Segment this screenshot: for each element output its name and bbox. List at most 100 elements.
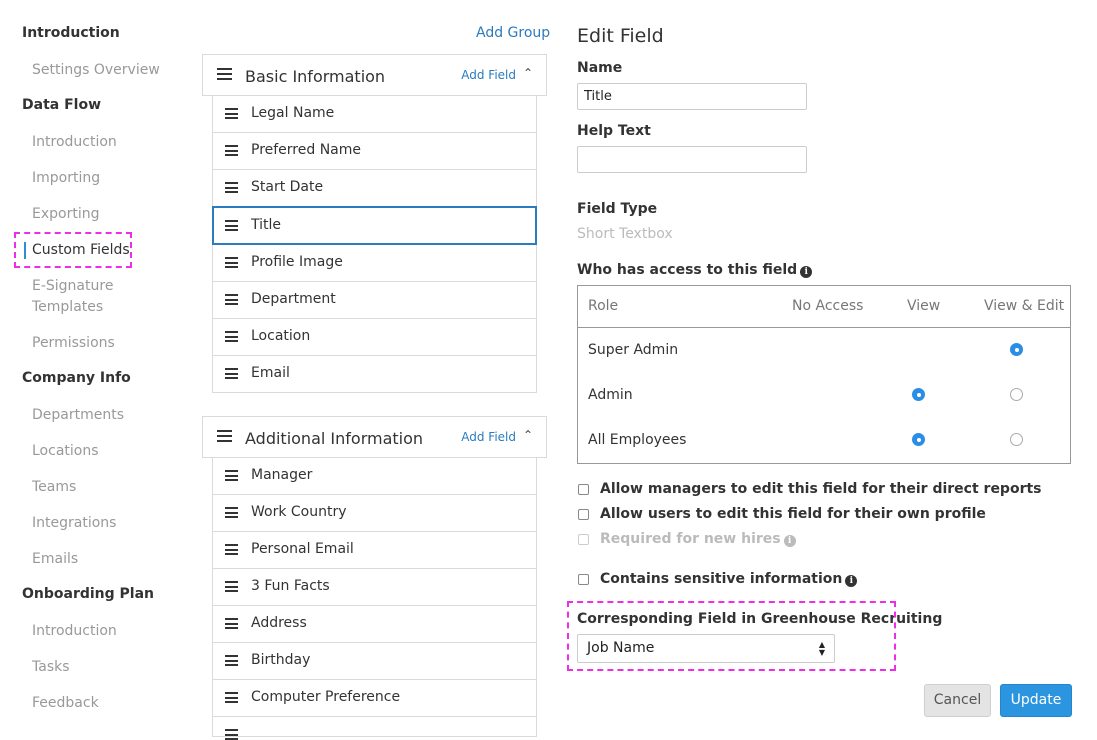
drag-handle-icon[interactable] — [225, 108, 238, 119]
field-row-label: Manager — [251, 467, 313, 483]
cancel-button[interactable]: Cancel — [924, 684, 991, 717]
sidebar-item-e-signature-line1: E-Signature — [32, 278, 114, 294]
sidebar-item-importing[interactable]: Importing — [32, 168, 100, 189]
drag-handle-icon[interactable] — [217, 430, 232, 442]
checkbox[interactable] — [578, 509, 589, 520]
add-field-link[interactable]: Add Field — [461, 68, 516, 82]
sidebar-item-onboarding-introduction[interactable]: Introduction — [32, 621, 117, 642]
add-field-link[interactable]: Add Field — [461, 430, 516, 444]
field-row-personal-email[interactable]: Personal Email — [212, 532, 537, 569]
select-value: Job Name — [587, 640, 655, 656]
sidebar-item-tasks[interactable]: Tasks — [32, 657, 70, 678]
sidebar-item-feedback[interactable]: Feedback — [32, 693, 99, 714]
add-group-link[interactable]: Add Group — [476, 25, 550, 41]
checkbox[interactable] — [578, 484, 589, 495]
field-row-birthday[interactable]: Birthday — [212, 643, 537, 680]
checkbox-label: Allow users to edit this field for their… — [600, 506, 986, 522]
greenhouse-field-select[interactable]: Job Name ▲ ▼ — [577, 634, 835, 663]
sidebar-item-exporting[interactable]: Exporting — [32, 204, 99, 225]
radio-view-edit[interactable] — [1010, 388, 1023, 401]
field-row-label: Location — [251, 328, 311, 344]
sidebar-heading-onboarding-plan: Onboarding Plan — [22, 586, 155, 602]
checkbox[interactable] — [578, 574, 589, 585]
sidebar-item-e-signature-line2: Templates — [32, 299, 104, 315]
field-row-label: Start Date — [251, 179, 324, 195]
info-icon[interactable]: i — [800, 266, 813, 278]
field-row-preferred-name[interactable]: Preferred Name — [212, 133, 537, 170]
update-button[interactable]: Update — [1000, 684, 1072, 717]
field-row-location[interactable]: Location — [212, 319, 537, 356]
drag-handle-icon[interactable] — [225, 507, 238, 518]
field-list-additional-information: Manager Work Country Personal Email 3 Fu… — [212, 458, 537, 740]
drag-handle-icon[interactable] — [225, 544, 238, 555]
drag-handle-icon[interactable] — [225, 368, 238, 379]
field-row-label: Email — [251, 365, 290, 381]
sidebar-item-custom-fields[interactable]: Custom Fields — [32, 240, 130, 261]
field-row-work-country[interactable]: Work Country — [212, 495, 537, 532]
sidebar-heading-company-info: Company Info — [22, 370, 131, 386]
drag-handle-icon[interactable] — [225, 618, 238, 629]
sidebar-item-locations[interactable]: Locations — [32, 441, 99, 462]
field-row-computer-preference[interactable]: Computer Preference — [212, 680, 537, 717]
radio-view[interactable] — [912, 433, 925, 446]
field-row-label: Computer Preference — [251, 689, 401, 705]
drag-handle-icon[interactable] — [225, 182, 238, 193]
chevron-up-icon[interactable]: ⌃ — [523, 66, 533, 80]
sidebar-item-integrations[interactable]: Integrations — [32, 513, 116, 534]
field-type-label: Field Type — [577, 201, 658, 217]
field-row-start-date[interactable]: Start Date — [212, 170, 537, 207]
drag-handle-icon[interactable] — [225, 655, 238, 666]
greenhouse-field-label: Corresponding Field in Greenhouse Recrui… — [577, 611, 943, 627]
drag-handle-icon[interactable] — [225, 470, 238, 481]
name-input[interactable] — [577, 83, 807, 110]
field-row-label: Title — [251, 217, 282, 233]
checkbox-label: Allow managers to edit this field for th… — [600, 481, 1042, 497]
drag-handle-icon[interactable] — [225, 331, 238, 342]
field-list-basic-information: Legal Name Preferred Name Start Date Tit… — [212, 96, 537, 393]
radio-view-edit[interactable] — [1010, 343, 1023, 356]
column-header-view: View — [907, 298, 941, 314]
drag-handle-icon[interactable] — [225, 692, 238, 703]
field-row-address[interactable]: Address — [212, 606, 537, 643]
radio-view[interactable] — [912, 388, 925, 401]
select-arrows-icon: ▲ ▼ — [818, 640, 825, 657]
sidebar-item-teams[interactable]: Teams — [32, 477, 76, 498]
field-row-partial[interactable] — [212, 717, 537, 740]
drag-handle-icon[interactable] — [225, 257, 238, 268]
drag-handle-icon[interactable] — [225, 220, 238, 231]
column-header-role: Role — [588, 298, 619, 314]
field-row-title[interactable]: Title — [212, 206, 537, 245]
field-row-legal-name[interactable]: Legal Name — [212, 96, 537, 133]
group-title: Additional Information — [245, 429, 424, 448]
group-header-additional-information: Additional Information Add Field ⌃ — [202, 416, 547, 458]
sidebar-item-departments[interactable]: Departments — [32, 405, 124, 426]
field-row-email[interactable]: Email — [212, 356, 537, 393]
sidebar-heading-data-flow: Data Flow — [22, 97, 101, 113]
info-icon[interactable]: i — [783, 535, 796, 547]
field-row-manager[interactable]: Manager — [212, 458, 537, 495]
access-label: Who has access to this field i — [577, 262, 813, 278]
field-row-label: Address — [251, 615, 307, 631]
field-row-label: Department — [251, 291, 336, 307]
role-label: All Employees — [588, 432, 687, 448]
field-row-label: Legal Name — [251, 105, 335, 121]
field-row-department[interactable]: Department — [212, 282, 537, 319]
field-row-profile-image[interactable]: Profile Image — [212, 245, 537, 282]
checkbox-label: Contains sensitive information i — [600, 571, 858, 587]
drag-handle-icon[interactable] — [217, 68, 232, 80]
drag-handle-icon[interactable] — [225, 294, 238, 305]
help-text-input[interactable] — [577, 146, 807, 173]
group-header-basic-information: Basic Information Add Field ⌃ — [202, 54, 547, 96]
sidebar-item-data-flow-introduction[interactable]: Introduction — [32, 132, 117, 153]
info-icon[interactable]: i — [845, 575, 858, 587]
field-row-label: Work Country — [251, 504, 347, 520]
field-row-3-fun-facts[interactable]: 3 Fun Facts — [212, 569, 537, 606]
sidebar-item-permissions[interactable]: Permissions — [32, 333, 115, 354]
chevron-up-icon[interactable]: ⌃ — [523, 428, 533, 442]
sidebar-item-emails[interactable]: Emails — [32, 549, 78, 570]
sidebar-item-settings-overview[interactable]: Settings Overview — [32, 60, 160, 81]
sidebar-item-e-signature-templates[interactable]: E-Signature Templates — [32, 276, 113, 318]
drag-handle-icon[interactable] — [225, 145, 238, 156]
radio-view-edit[interactable] — [1010, 433, 1023, 446]
drag-handle-icon[interactable] — [225, 581, 238, 592]
